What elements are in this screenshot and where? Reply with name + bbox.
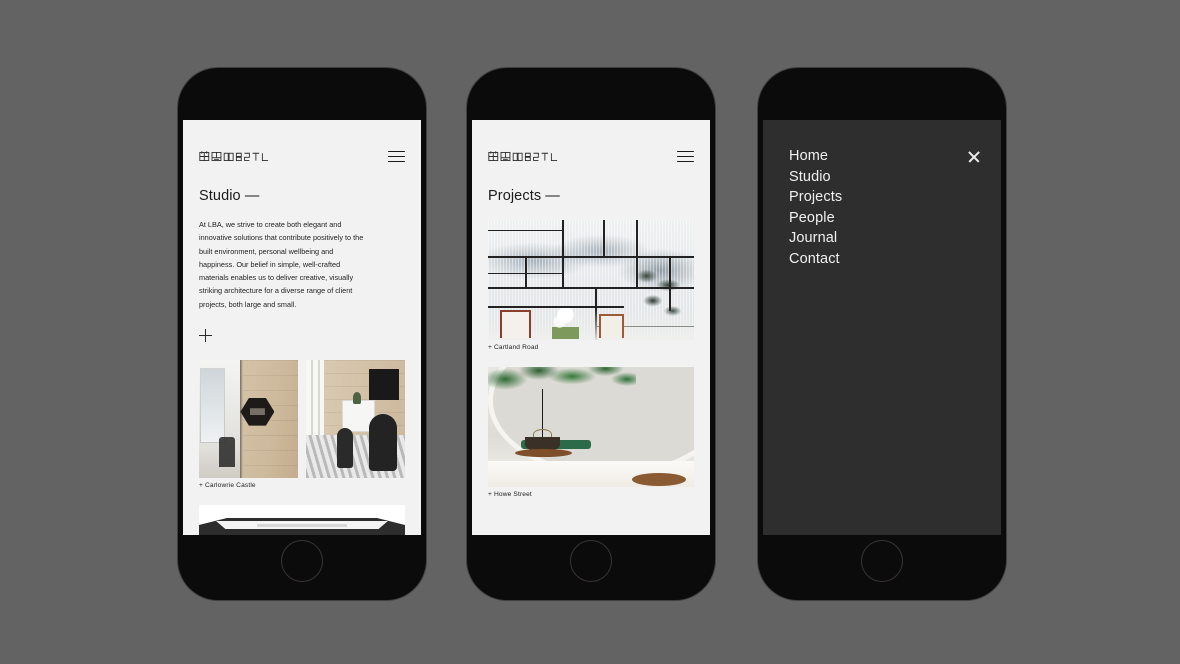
phone-device-menu: Home Studio Projects People Journal Cont… [758,68,1006,600]
projects-item-1 [472,220,710,340]
hamburger-line [388,160,405,163]
navigation-menu: Home Studio Projects People Journal Cont… [763,120,1001,270]
studio-page: Studio — At LBA, we strive to create bot… [183,120,421,535]
studio-intro-text: At LBA, we strive to create both elegant… [199,220,364,309]
phone-device-studio: Studio — At LBA, we strive to create bot… [178,68,426,600]
office-chair-primary [369,414,398,471]
hamburger-icon[interactable] [388,150,405,163]
partial-bar [256,524,348,528]
lba-logo[interactable] [199,150,277,163]
projects-topbar [472,120,710,163]
home-button[interactable] [281,540,323,582]
studio-topbar [183,120,421,163]
orchid-plant [551,307,579,339]
home-button[interactable] [861,540,903,582]
plus-icon[interactable] [199,328,212,342]
project-image-howe-street[interactable] [488,367,694,487]
project-image-cartland-road[interactable] [488,220,694,340]
phone-screen-menu: Home Studio Projects People Journal Cont… [763,120,1001,535]
office-screen [369,369,400,400]
navigation-overlay: Home Studio Projects People Journal Cont… [763,120,1001,535]
office-window-strip [306,359,326,441]
chinese-chair-right [599,313,624,338]
menu-item-journal[interactable]: Journal [789,228,1001,249]
hamburger-line [677,155,694,158]
close-icon[interactable] [967,150,981,164]
studio-project-images [183,359,421,478]
studio-next-project-preview [183,504,421,535]
home-button[interactable] [570,540,612,582]
wooden-stool [632,472,686,486]
projects-page: Projects — + Cartland Road + Howe Street [472,120,710,535]
page-title: Studio — [199,188,260,204]
office-chair-secondary [336,428,353,469]
projects-item-2 [472,367,710,487]
hanging-foliage [488,367,637,408]
hamburger-icon[interactable] [677,150,694,163]
project-image-partial[interactable] [199,504,405,535]
office-plant [352,391,362,404]
project-caption[interactable]: + Cartland Road [472,340,710,351]
corridor-chair [218,436,235,468]
menu-item-projects[interactable]: Projects [789,187,1001,208]
project-caption[interactable]: + Howe Street [472,487,710,498]
menu-item-contact[interactable]: Contact [789,249,1001,270]
phone-device-projects: Projects — + Cartland Road + Howe Street [467,68,715,600]
phone-screen-studio: Studio — At LBA, we strive to create bot… [183,120,421,535]
lba-logo[interactable] [488,150,566,163]
project-caption[interactable]: + Carlowrie Castle [183,478,421,489]
hamburger-line [388,150,405,153]
menu-item-studio[interactable]: Studio [789,167,1001,188]
chinese-chair-left [500,310,532,338]
menu-item-people[interactable]: People [789,208,1001,229]
project-image-corridor[interactable] [199,359,298,478]
project-image-office[interactable] [306,359,405,478]
hamburger-line [388,155,405,158]
phone-screen-projects: Projects — + Cartland Road + Howe Street [472,120,710,535]
hamburger-line [677,160,694,163]
page-title: Projects — [488,188,560,204]
wooden-board [514,448,573,457]
hamburger-line [677,150,694,153]
stage: Studio — At LBA, we strive to create bot… [0,0,1180,664]
